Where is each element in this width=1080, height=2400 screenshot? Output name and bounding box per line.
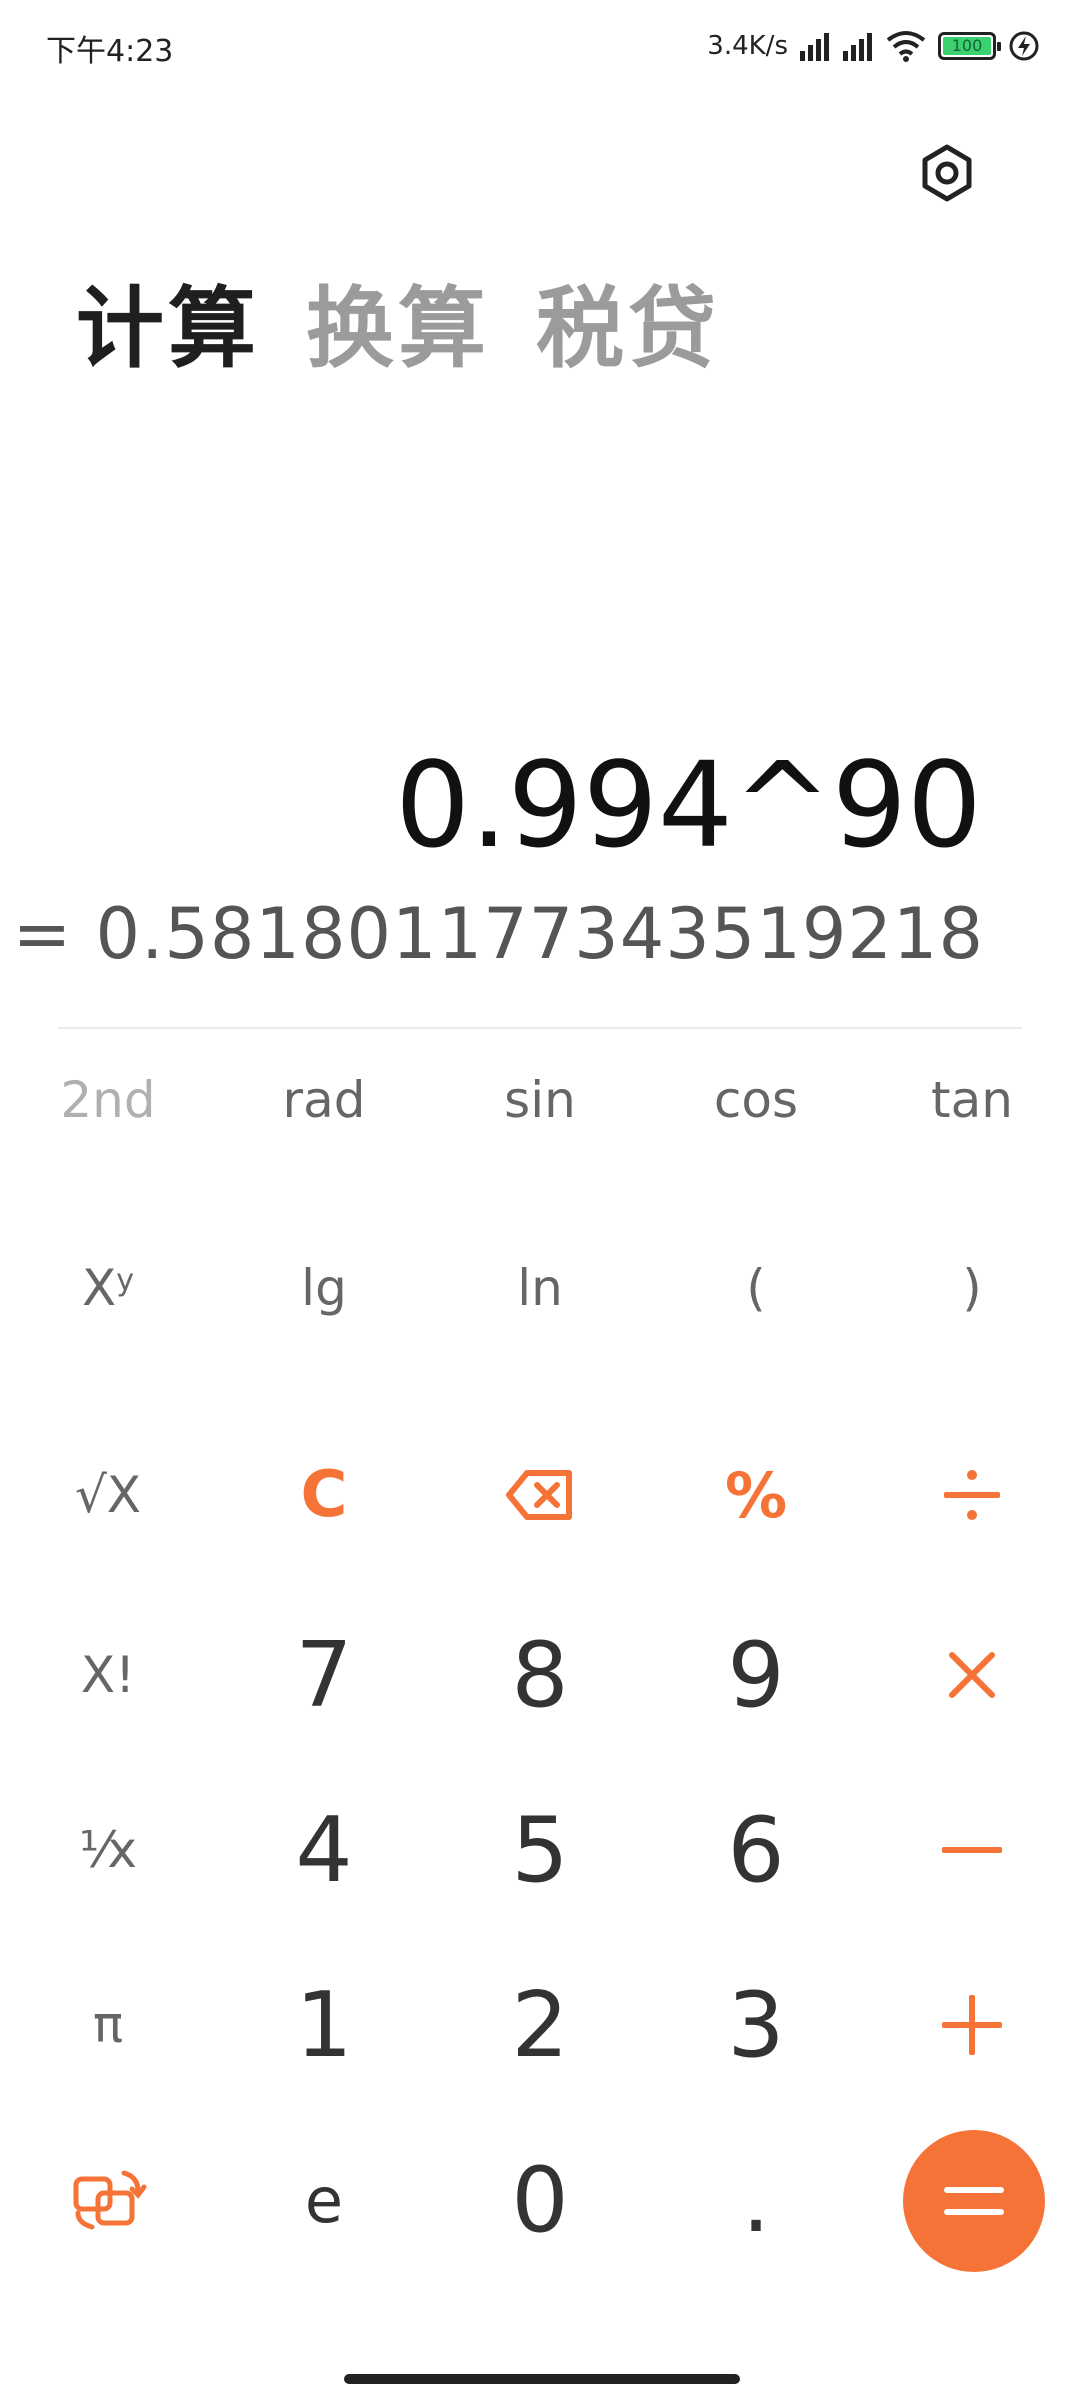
key-1[interactable]: 1 (216, 1950, 432, 2100)
key-clear[interactable]: C (216, 1420, 432, 1570)
key-4[interactable]: 4 (216, 1775, 432, 1925)
key-equals[interactable] (903, 2130, 1045, 2272)
minus-icon (942, 1847, 1002, 1853)
key-factorial[interactable]: X! (0, 1600, 216, 1750)
key-2[interactable]: 2 (432, 1950, 648, 2100)
key-left-paren[interactable]: ( (648, 1213, 864, 1363)
result-display: = 0.58180117734351921​8 (12, 893, 984, 975)
equals-icon (944, 2187, 1004, 2215)
key-lg[interactable]: lg (216, 1213, 432, 1363)
key-minus[interactable] (864, 1775, 1080, 1925)
settings-gear-icon[interactable] (917, 143, 977, 203)
key-cos[interactable]: cos (648, 1025, 864, 1175)
key-ln[interactable]: ln (432, 1213, 648, 1363)
home-indicator[interactable] (344, 2374, 740, 2384)
tab-convert[interactable]: 换算 (306, 258, 490, 385)
key-pi[interactable]: π (0, 1950, 216, 2100)
key-backspace[interactable] (432, 1420, 648, 1570)
key-e[interactable]: e (216, 2125, 432, 2275)
backspace-icon (506, 1470, 572, 1520)
key-tan[interactable]: tan (864, 1025, 1080, 1175)
signal-1-icon (800, 31, 829, 61)
key-reciprocal[interactable]: ¹⁄x (0, 1775, 216, 1925)
key-multiply[interactable] (864, 1600, 1080, 1750)
key-right-paren[interactable]: ) (864, 1213, 1080, 1363)
key-sqrt[interactable]: √X (0, 1420, 216, 1570)
key-9[interactable]: 9 (648, 1600, 864, 1750)
key-2nd[interactable]: 2nd (0, 1025, 216, 1175)
charging-icon (1009, 31, 1039, 61)
battery-icon: 100 (938, 32, 1001, 60)
key-rad[interactable]: rad (216, 1025, 432, 1175)
key-8[interactable]: 8 (432, 1600, 648, 1750)
tab-tax-loan[interactable]: 税贷 (536, 258, 720, 385)
wifi-icon (886, 31, 926, 62)
key-divide[interactable] (864, 1420, 1080, 1570)
key-plus[interactable] (864, 1950, 1080, 2100)
key-5[interactable]: 5 (432, 1775, 648, 1925)
status-bar: 下午4:23 3.4K/s 100 (0, 0, 1080, 90)
expression-display: 0.994^90 (395, 736, 982, 874)
key-percent[interactable]: % (648, 1420, 864, 1570)
key-3[interactable]: 3 (648, 1950, 864, 2100)
key-0[interactable]: 0 (432, 2125, 648, 2275)
network-speed: 3.4K/s (707, 31, 788, 61)
key-power-base: X (81, 1259, 117, 1317)
multiply-icon (949, 1652, 995, 1698)
key-power[interactable]: Xy (0, 1213, 216, 1363)
battery-level: 100 (943, 37, 991, 55)
key-7[interactable]: 7 (216, 1600, 432, 1750)
signal-2-icon (843, 31, 872, 61)
status-icons: 3.4K/s 100 (707, 26, 1040, 66)
status-time: 下午4:23 (46, 34, 174, 69)
key-switch-layout[interactable] (0, 2125, 216, 2275)
key-sin[interactable]: sin (432, 1025, 648, 1175)
mode-tabs: 计算 换算 税贷 (76, 258, 720, 385)
divide-icon (944, 1470, 1000, 1520)
key-power-exponent: y (116, 1262, 135, 1298)
plus-icon (942, 1995, 1002, 2055)
key-6[interactable]: 6 (648, 1775, 864, 1925)
key-dot[interactable]: . (648, 2125, 864, 2275)
tab-calculate[interactable]: 计算 (76, 258, 260, 385)
switch-layout-icon (73, 2170, 147, 2230)
